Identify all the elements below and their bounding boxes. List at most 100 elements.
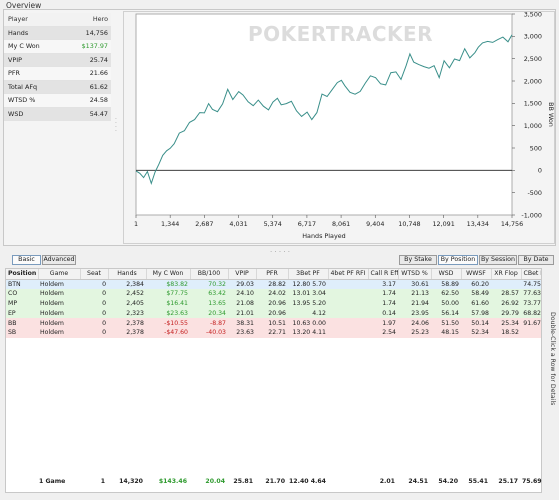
column-header[interactable]: Seat bbox=[80, 269, 109, 280]
stat-label: Total AFq bbox=[8, 82, 38, 91]
y-tick-label: -500 bbox=[527, 189, 542, 197]
tab-basic[interactable]: Basic bbox=[12, 255, 41, 265]
stat-row: PFR 21.66 bbox=[4, 67, 111, 81]
column-header[interactable]: CBet F IP bbox=[521, 269, 541, 280]
column-header[interactable]: VPIP bbox=[228, 269, 257, 280]
column-header[interactable]: WWSF bbox=[461, 269, 492, 280]
x-tick-label: 12,091 bbox=[432, 220, 454, 228]
table-cell bbox=[491, 279, 521, 289]
column-header[interactable]: WTSD % bbox=[398, 269, 432, 280]
by-date-button[interactable]: By Date bbox=[518, 255, 554, 265]
table-cell: 38.31 bbox=[228, 318, 256, 328]
totals-cell: 54.20 bbox=[438, 478, 458, 485]
totals-cell: 14,320 bbox=[119, 478, 143, 485]
table-cell: 0 bbox=[80, 318, 108, 328]
y-tick-label: 1,000 bbox=[524, 122, 542, 130]
table-cell: 2,378 bbox=[108, 318, 146, 328]
table-cell: 0 bbox=[80, 327, 108, 338]
column-header[interactable]: 3Bet PF bbox=[288, 269, 329, 280]
table-cell: 22.71 bbox=[256, 327, 288, 338]
table-cell: Holdem bbox=[38, 298, 80, 309]
table-cell: 2,323 bbox=[108, 308, 146, 319]
column-header[interactable]: WSD bbox=[431, 269, 462, 280]
y-tick-label: 3,000 bbox=[524, 33, 542, 41]
table-cell: EP bbox=[6, 308, 38, 319]
table-row[interactable]: BB Holdem 0 2,378 -$10.55 -8.87 38.31 10.51 10.6… bbox=[6, 318, 541, 328]
table-cell: 10.63 0.00 bbox=[288, 318, 328, 328]
table-cell: 60.20 bbox=[461, 279, 491, 289]
table-cell: -40.03 bbox=[190, 327, 228, 338]
stat-label: WSD bbox=[8, 109, 24, 118]
table-cell: 0.14 bbox=[368, 308, 398, 319]
table-cell: 28.57 bbox=[491, 288, 521, 299]
x-tick-label: 4,031 bbox=[229, 220, 247, 228]
table-cell: 13.65 bbox=[190, 298, 228, 309]
by-position-button[interactable]: By Position bbox=[438, 255, 478, 265]
by-session-button[interactable]: By Session bbox=[479, 255, 517, 265]
table-cell: 70.32 bbox=[190, 279, 228, 289]
table-cell: BTN bbox=[6, 279, 38, 289]
column-header[interactable]: Game bbox=[38, 269, 81, 280]
table-cell: 21.08 bbox=[228, 298, 256, 309]
column-header[interactable]: 4bet PF RFI bbox=[328, 269, 369, 280]
table-row[interactable]: MP Holdem 0 2,405 $16.41 13.65 21.08 20.96 13.95… bbox=[6, 298, 541, 309]
pokertracker-watermark: POKERTRACKER bbox=[248, 22, 434, 46]
x-tick-label: 8,061 bbox=[332, 220, 350, 228]
table-cell: 21.13 bbox=[398, 288, 431, 299]
horizontal-splitter-grip[interactable]: · · · · · bbox=[270, 248, 290, 256]
table-cell: 29.03 bbox=[228, 279, 256, 289]
column-header[interactable]: Position bbox=[6, 269, 39, 280]
vertical-splitter-grip[interactable]: · · · · bbox=[115, 117, 119, 135]
table-cell: 51.50 bbox=[431, 318, 461, 328]
table-cell: 68.82 bbox=[521, 308, 541, 319]
stat-row: WSD 54.47 bbox=[4, 107, 111, 121]
table-row[interactable]: EP Holdem 0 2,323 $23.63 20.34 21.01 20.96 4.12 0… bbox=[6, 308, 541, 319]
table-cell: 58.49 bbox=[461, 288, 491, 299]
tab-advanced[interactable]: Advanced bbox=[42, 255, 76, 265]
table-row[interactable]: CO Holdem 0 2,452 $77.75 63.42 24.10 24.02 13.01… bbox=[6, 288, 541, 299]
table-cell bbox=[328, 298, 368, 309]
table-cell: 13.01 3.04 bbox=[288, 288, 328, 299]
table-cell: 2,452 bbox=[108, 288, 146, 299]
x-tick-label: 1,344 bbox=[161, 220, 179, 228]
x-tick-label: 10,748 bbox=[398, 220, 420, 228]
stat-label: WTSD % bbox=[8, 96, 36, 105]
totals-cell: 25.17 bbox=[498, 478, 518, 485]
table-cell: 1.97 bbox=[368, 318, 398, 328]
column-header[interactable]: My C Won bbox=[146, 269, 191, 280]
table-cell: 52.34 bbox=[461, 327, 491, 338]
y-tick-label: 1,500 bbox=[524, 100, 542, 108]
stats-panel: Player Hero Hands 14,756 My C Won $137.97 VP… bbox=[4, 13, 111, 121]
table-cell: 77.63 bbox=[521, 288, 541, 299]
table-cell: 0 bbox=[80, 308, 108, 319]
x-tick-label: 6,717 bbox=[298, 220, 316, 228]
totals-cell: 55.41 bbox=[468, 478, 488, 485]
column-header[interactable]: PFR bbox=[256, 269, 289, 280]
table-cell bbox=[328, 318, 368, 328]
table-cell bbox=[521, 327, 541, 338]
table-cell: -$10.55 bbox=[146, 318, 190, 328]
x-tick-label: 2,687 bbox=[195, 220, 213, 228]
table-cell: -$47.60 bbox=[146, 327, 190, 338]
totals-cell: 1 bbox=[100, 478, 105, 485]
column-header[interactable]: Call R Eff bbox=[368, 269, 399, 280]
table-cell: Holdem bbox=[38, 288, 80, 299]
stat-label: Hands bbox=[8, 28, 29, 37]
table-cell: $23.63 bbox=[146, 308, 190, 319]
table-cell: 48.15 bbox=[431, 327, 461, 338]
stats-header: Player Hero bbox=[4, 13, 111, 27]
table-cell: 13.20 4.11 bbox=[288, 327, 328, 338]
column-header[interactable]: BB/100 bbox=[190, 269, 229, 280]
column-header[interactable]: Hands bbox=[108, 269, 147, 280]
table-cell: $83.82 bbox=[146, 279, 190, 289]
table-cell: 50.14 bbox=[461, 318, 491, 328]
by-stake-button[interactable]: By Stake bbox=[399, 255, 437, 265]
table-cell: 30.61 bbox=[398, 279, 431, 289]
table-row[interactable]: BTN Holdem 0 2,384 $83.82 70.32 29.03 28.82 12.8… bbox=[6, 279, 541, 289]
column-header[interactable]: XR Flop bbox=[491, 269, 522, 280]
table-cell bbox=[328, 288, 368, 299]
table-cell: 28.82 bbox=[256, 279, 288, 289]
stat-value: 14,756 bbox=[85, 28, 108, 37]
table-row[interactable]: SB Holdem 0 2,378 -$47.60 -40.03 23.63 22.71 13.… bbox=[6, 327, 541, 338]
totals-cell: 1 Game bbox=[39, 478, 66, 485]
